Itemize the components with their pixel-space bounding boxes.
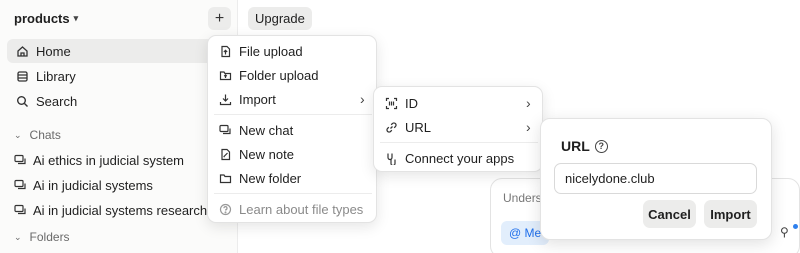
help-icon[interactable]: ? [594, 139, 608, 153]
sidebar-chat-item[interactable]: Ai in judicial systems research [7, 198, 207, 222]
menu-item-url[interactable]: URL › [380, 115, 538, 139]
folder-upload-icon [218, 69, 232, 82]
menu-item-id[interactable]: ID › [380, 91, 538, 115]
menu-item-import[interactable]: Import › [214, 87, 372, 111]
new-chat-icon [218, 124, 232, 137]
sidebar-item-search[interactable]: Search [7, 89, 232, 113]
folders-section-header[interactable]: ⌄ Folders [14, 230, 70, 244]
chevron-right-icon: › [526, 95, 531, 111]
library-icon [15, 70, 29, 83]
import-button[interactable]: Import [704, 200, 757, 228]
menu-item-new-folder[interactable]: New folder [214, 166, 301, 190]
chat-title: Ai ethics in judicial system [33, 152, 184, 168]
url-input[interactable] [554, 163, 757, 194]
menu-item-label: New chat [239, 122, 294, 138]
search-icon [15, 95, 29, 108]
section-label: Chats [29, 128, 61, 142]
menu-item-label: File upload [239, 43, 303, 59]
chevron-right-icon: › [526, 119, 531, 135]
chevron-down-icon: ▾ [73, 13, 79, 23]
composer-placeholder: Unders [503, 191, 542, 205]
connect-apps-icon [384, 152, 398, 165]
chevron-down-icon: ⌄ [14, 129, 22, 140]
upgrade-button[interactable]: Upgrade [248, 7, 312, 30]
workspace-switcher[interactable]: products ▾ [14, 11, 78, 26]
chat-icon [13, 179, 27, 192]
chevron-down-icon: ⌄ [14, 231, 22, 242]
menu-divider [380, 142, 538, 143]
help-icon [218, 203, 232, 216]
menu-item-label: Import [239, 91, 276, 107]
sidebar: products ▾ + Home Library Search ⌄ Chats… [0, 0, 238, 253]
sidebar-chat-item[interactable]: Ai ethics in judicial system [7, 148, 184, 172]
sidebar-item-label: Home [36, 43, 71, 59]
sidebar-item-library[interactable]: Library [7, 64, 232, 88]
notification-dot [793, 224, 798, 229]
new-folder-icon [218, 172, 232, 185]
chat-title: Ai in judicial systems [33, 177, 153, 193]
add-button[interactable]: + [208, 7, 231, 30]
link-icon [384, 121, 398, 134]
tune-icon[interactable]: ⚲ [780, 225, 789, 239]
plus-icon: + [214, 9, 225, 27]
menu-item-label: New folder [239, 170, 302, 186]
menu-item-label: Connect your apps [405, 150, 515, 166]
popover-title: URL ? [561, 138, 608, 154]
menu-item-label: New note [239, 146, 294, 162]
home-icon [15, 45, 29, 58]
menu-divider [214, 114, 372, 115]
sidebar-item-home[interactable]: Home [7, 39, 232, 63]
chat-title: Ai in judicial systems research [33, 202, 208, 218]
import-label: Import [710, 206, 751, 222]
upgrade-label: Upgrade [255, 11, 305, 26]
menu-item-label: Learn about file types [239, 201, 364, 217]
menu-item-folder-upload[interactable]: Folder upload [214, 63, 319, 87]
chevron-right-icon: › [360, 91, 365, 107]
chats-section-header[interactable]: ⌄ Chats [14, 128, 61, 142]
workspace-name: products [14, 11, 70, 26]
section-label: Folders [29, 230, 70, 244]
url-import-popover: URL ? Cancel Import [540, 118, 772, 240]
menu-item-file-upload[interactable]: File upload [214, 39, 303, 63]
menu-divider [214, 193, 372, 194]
sidebar-item-label: Library [36, 68, 76, 84]
import-icon [218, 93, 232, 106]
menu-item-label: ID [405, 95, 418, 111]
menu-item-connect-apps[interactable]: Connect your apps [380, 146, 514, 170]
menu-item-new-note[interactable]: New note [214, 142, 294, 166]
popover-title-text: URL [561, 138, 590, 154]
menu-item-label: URL [405, 119, 432, 135]
menu-item-label: Folder upload [239, 67, 319, 83]
import-submenu: ID › URL › Connect your apps [373, 86, 543, 172]
id-scan-icon [384, 97, 398, 110]
chat-icon [13, 204, 27, 217]
add-menu: File upload Folder upload Import › New c… [207, 35, 377, 223]
menu-item-new-chat[interactable]: New chat [214, 118, 293, 142]
new-note-icon [218, 148, 232, 161]
cancel-label: Cancel [648, 206, 691, 222]
menu-item-learn-file-types[interactable]: Learn about file types [214, 197, 363, 221]
sidebar-item-label: Search [36, 93, 78, 109]
file-upload-icon [218, 45, 232, 58]
sidebar-chat-item[interactable]: Ai in judicial systems [7, 173, 153, 197]
chat-icon [13, 154, 27, 167]
cancel-button[interactable]: Cancel [643, 200, 696, 228]
